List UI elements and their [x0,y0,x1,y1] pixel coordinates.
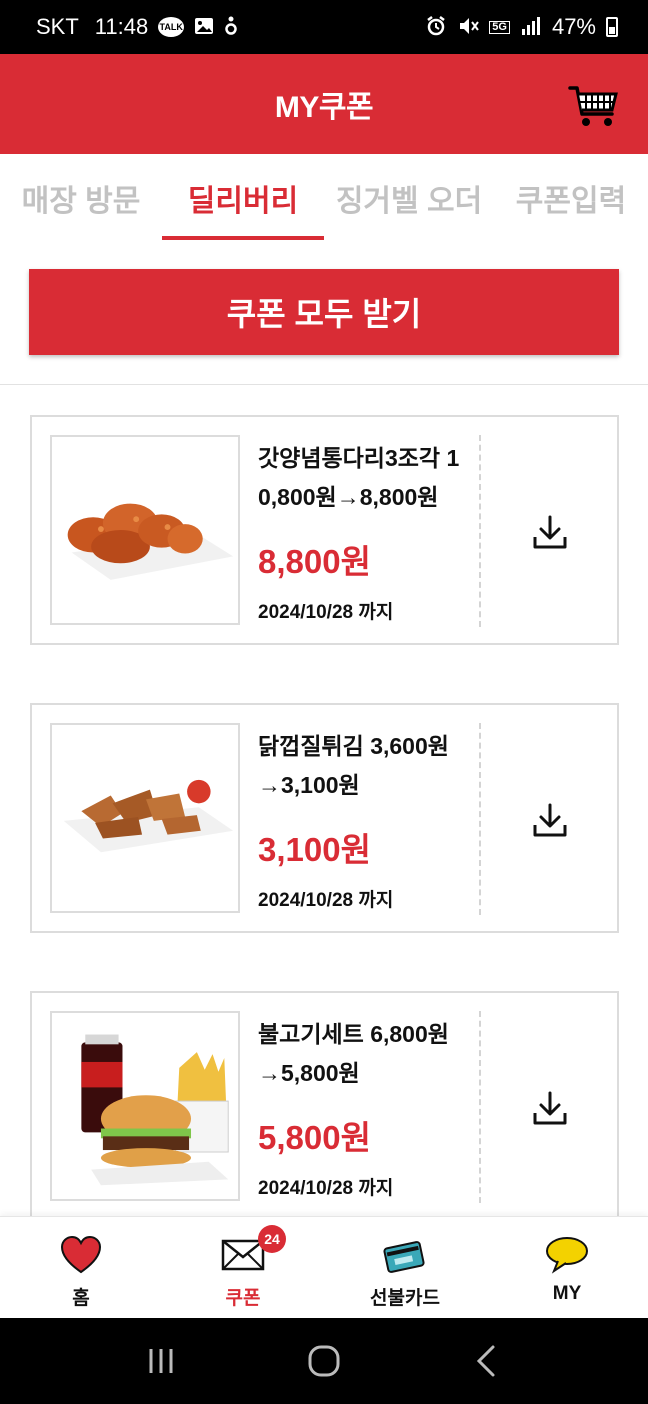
nav-item-my[interactable]: MY [486,1217,648,1318]
tab-store-visit[interactable]: 매장 방문 [0,154,162,242]
download-icon [533,1091,567,1125]
recent-apps-button[interactable] [141,1341,181,1381]
receive-all-coupons-button[interactable]: 쿠폰 모두 받기 [29,269,619,355]
nav-item-home[interactable]: 홈 [0,1217,162,1318]
coupon-title: 닭껍질튀김 3,600원→3,100원 [258,733,449,798]
home-button[interactable] [304,1341,344,1381]
gallery-notification-icon [194,17,214,38]
bottom-navigation: 홈 24 쿠폰 선불카드 MY [0,1216,648,1318]
coupon-dashed-divider [479,723,481,915]
system-navigation-bar [0,1318,648,1404]
nav-item-prepaid-card[interactable]: 선불카드 [324,1217,486,1318]
alarm-icon [425,15,447,40]
accessibility-notification-icon [224,16,238,39]
status-bar: SKT 11:48 TALK 5G 47% [0,0,648,54]
coupon-price: 5,800원 [258,1119,371,1156]
category-tabs: 매장 방문 딜리버리 징거벨 오더 쿠폰입력 [0,154,648,242]
home-circle-icon [308,1345,340,1377]
status-right: 5G 47% [425,14,618,40]
nav-label-coupon: 쿠폰 [225,1288,261,1309]
carrier-text: SKT [36,14,79,39]
cart-button[interactable] [568,84,620,128]
network-5g-icon: 5G [489,20,510,34]
coupon-expiry: 2024/10/28 까지 [258,602,394,623]
coupon-expiry: 2024/10/28 까지 [258,1178,394,1199]
mute-icon [457,15,480,40]
coupon-dashed-divider [479,435,481,627]
tab-zingerbell-order[interactable]: 징거벨 오더 [324,154,494,242]
signal-icon [520,16,542,39]
download-coupon-button[interactable] [530,801,570,841]
coupon-count-badge: 24 [258,1225,286,1253]
app-header: MY쿠폰 [0,54,648,154]
clock-text: 11:48 [94,14,149,39]
download-icon [533,515,567,549]
coupon-card: 갓양념통다리3조각 10,800원→8,800원 8,800원 2024/10/… [30,415,619,645]
download-coupon-button[interactable] [530,1089,570,1129]
prepaid-card-icon [383,1241,425,1273]
section-divider [0,384,648,385]
shopping-cart-icon [568,86,618,126]
back-button[interactable] [467,1341,507,1381]
nav-label-prepaid-card: 선불카드 [370,1288,440,1309]
coupon-card: 불고기세트 6,800원→5,800원 5,800원 2024/10/28 까지 [30,991,619,1221]
back-chevron-icon [476,1345,495,1377]
coupon-price: 3,100원 [258,831,371,868]
tab-delivery[interactable]: 딜리버리 [162,154,324,242]
status-left: SKT 11:48 TALK [36,14,238,40]
battery-icon [606,17,618,37]
coupon-title: 불고기세트 6,800원→5,800원 [258,1021,449,1086]
nav-item-coupon[interactable]: 24 쿠폰 [162,1217,324,1318]
coupon-dashed-divider [479,1011,481,1203]
coupon-price: 8,800원 [258,543,371,580]
tab-coupon-input[interactable]: 쿠폰입력 [494,154,648,242]
battery-percent: 47% [551,14,596,39]
nav-label-my: MY [552,1283,582,1304]
coupon-title: 갓양념통다리3조각 10,800원→8,800원 [258,445,460,510]
coupon-image-chicken-drumsticks [50,435,240,625]
nav-label-home: 홈 [72,1288,90,1309]
download-coupon-button[interactable] [530,513,570,553]
coupon-card: 닭껍질튀김 3,600원→3,100원 3,100원 2024/10/28 까지 [30,703,619,933]
recent-apps-icon [149,1349,173,1373]
download-icon [533,803,567,837]
page-title: MY쿠폰 [274,91,374,124]
coupon-image-bulgogi-set [50,1011,240,1201]
coupon-expiry: 2024/10/28 까지 [258,890,394,911]
coupon-image-chicken-skin [50,723,240,913]
speech-bubble-icon [546,1237,588,1274]
kakaotalk-notification-icon: TALK [158,17,185,37]
heart-icon [60,1235,102,1274]
